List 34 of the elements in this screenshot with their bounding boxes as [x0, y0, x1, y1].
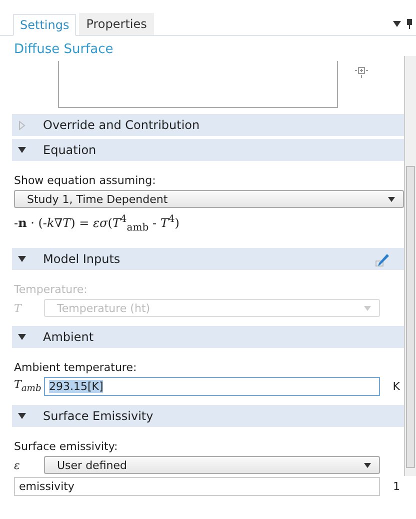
field-label: Ambient temperature:: [14, 361, 138, 374]
tab[interactable]: Settings: [13, 14, 76, 36]
section-header[interactable]: Surface Emissivity: [12, 405, 404, 427]
pin-icon[interactable]: [407, 19, 412, 29]
collapse-triangle-icon[interactable]: [18, 413, 26, 419]
field-label: Surface emissivity:: [14, 440, 119, 453]
dropdown-caret-icon: [388, 196, 395, 202]
symbol-label: T$_{amb}$: [14, 378, 42, 395]
section-header[interactable]: Model Inputs: [12, 248, 404, 270]
section-header[interactable]: Ambient: [12, 326, 404, 348]
pencil-icon[interactable]: [375, 252, 390, 266]
dropdown[interactable]: User defined: [44, 456, 380, 474]
symbol-label: ε: [14, 458, 21, 472]
unit-label: K: [392, 380, 401, 393]
collapse-triangle-icon[interactable]: [18, 334, 26, 340]
dropdown-caret-icon: [364, 306, 371, 310]
section-header[interactable]: Override and Contribution: [12, 114, 404, 136]
dropdown-caret-icon: [364, 462, 371, 468]
collapse-triangle-icon[interactable]: [18, 147, 26, 153]
input-field[interactable]: emissivity: [14, 477, 380, 496]
collapse-triangle-icon[interactable]: [18, 256, 26, 262]
symbol-label: T: [14, 302, 23, 314]
unit-label: 1: [392, 480, 401, 493]
dropdown-caret-icon[interactable]: [393, 21, 401, 27]
panel-title: Diffuse Surface: [13, 41, 114, 59]
field-label: Temperature:: [14, 283, 88, 296]
scrollbar[interactable]: [404, 56, 416, 476]
tab[interactable]: Properties: [79, 13, 154, 35]
add-icon[interactable]: [355, 66, 368, 78]
equation: -n · (-k∇T) = εσ(T$^{4}$$_{amb}$ - T$^{4}$): [14, 214, 180, 234]
dropdown[interactable]: Study 1, Time Dependent: [14, 190, 404, 208]
section-header[interactable]: Equation: [12, 139, 404, 161]
field-label: Show equation assuming:: [14, 174, 157, 187]
input-field[interactable]: 293.15[K]: [44, 377, 380, 396]
